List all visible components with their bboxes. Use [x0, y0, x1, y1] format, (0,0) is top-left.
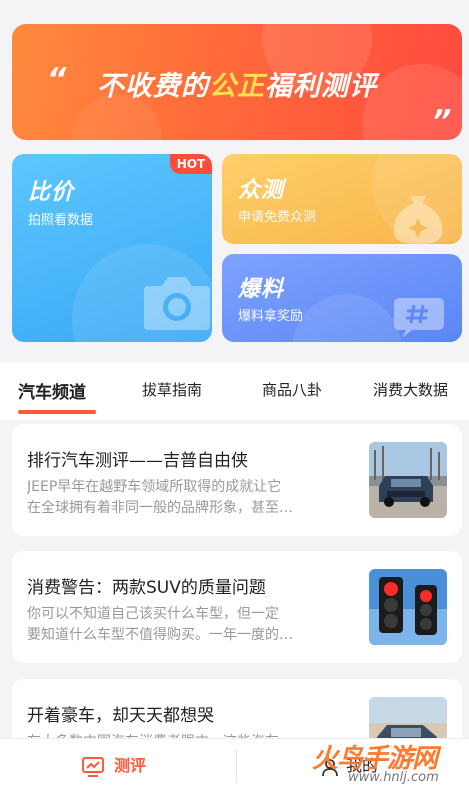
- article-description: 你可以不知道自己该买什么车型，但一定 要知道什么车型不值得购买。一年一度的…: [27, 604, 349, 646]
- nav-test-tab[interactable]: 测评: [82, 752, 146, 777]
- article-card[interactable]: 排行汽车测评——吉普自由侠 JEEP早年在越野车领域所取得的成就让它 在全球拥有…: [12, 424, 462, 536]
- hot-badge: HOT: [170, 154, 212, 174]
- article-title: 开着豪车，却天天都想哭: [27, 706, 214, 726]
- compare-subtitle: 拍照看数据: [28, 213, 94, 228]
- banner-title: 不收费的公正福利测评: [12, 64, 462, 103]
- crowd-test-subtitle: 申请免费众测: [238, 210, 317, 225]
- compare-card[interactable]: HOT 比价 拍照看数据: [12, 154, 212, 342]
- category-tabs: 汽车频道 拔草指南 商品八卦 消费大数据: [0, 362, 469, 420]
- moneybag-icon: [393, 196, 443, 244]
- article-desc-line: 要知道什么车型不值得购买。一年一度的…: [27, 627, 293, 643]
- article-title: 消费警告：两款SUV的质量问题: [27, 578, 266, 598]
- article-title: 排行汽车测评——吉普自由侠: [27, 451, 248, 471]
- tab-weeding-guide[interactable]: 拔草指南: [142, 379, 202, 400]
- article-desc-line: 你可以不知道自己该买什么车型，但一定: [27, 606, 279, 622]
- article-description: JEEP早年在越野车领域所取得的成就让它 在全球拥有着非同一般的品牌形象，甚至…: [27, 477, 349, 519]
- nav-divider: [236, 749, 237, 783]
- watermark-url: www.hnlj.com: [348, 770, 439, 785]
- nav-test-label: 测评: [114, 756, 147, 775]
- compare-title: 比价: [28, 180, 75, 205]
- active-tab-indicator: [18, 410, 96, 414]
- article-desc-line: JEEP早年在越野车领域所取得的成就让它: [27, 479, 282, 495]
- card-decoration: [292, 294, 402, 342]
- tip-off-subtitle: 爆料拿奖励: [238, 309, 304, 324]
- promo-banner[interactable]: “ 不收费的公正福利测评 ”: [12, 24, 462, 140]
- banner-title-part2: 福利测评: [265, 71, 377, 102]
- tip-off-title: 爆料: [238, 277, 285, 302]
- tab-product-gossip[interactable]: 商品八卦: [262, 379, 322, 400]
- hash-icon: [394, 298, 444, 338]
- camera-icon: [144, 277, 210, 330]
- crowd-test-card[interactable]: 众测 申请免费众测: [222, 154, 462, 244]
- article-card[interactable]: 消费警告：两款SUV的质量问题 你可以不知道自己该买什么车型，但一定 要知道什么…: [12, 551, 462, 663]
- banner-title-highlight: 公正: [209, 71, 265, 102]
- tab-consumer-big-data[interactable]: 消费大数据: [373, 379, 448, 400]
- crowd-test-title: 众测: [238, 178, 285, 203]
- tab-auto-channel[interactable]: 汽车频道: [18, 378, 86, 403]
- banner-title-part1: 不收费的: [97, 71, 209, 102]
- close-quote-mark: ”: [432, 104, 452, 139]
- article-desc-line: 在全球拥有着非同一般的品牌形象，甚至…: [27, 500, 293, 516]
- tip-off-card[interactable]: 爆料 爆料拿奖励: [222, 254, 462, 342]
- chart-monitor-icon: [82, 756, 104, 777]
- suv-thumbnail: [369, 442, 447, 518]
- traffic-light-thumbnail: [369, 569, 447, 645]
- site-watermark: 火鸟手游网 www.hnlj.com: [312, 738, 462, 790]
